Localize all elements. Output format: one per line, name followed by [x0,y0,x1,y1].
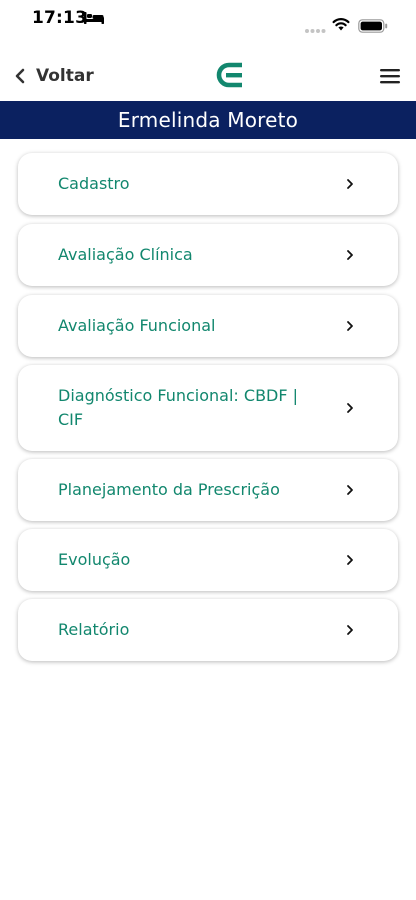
chevron-right-icon [347,179,353,189]
wifi-icon [332,18,350,31]
status-bar: 17:13 [0,0,416,44]
chevron-right-icon [347,625,353,635]
menu-item-avaliacao-clinica[interactable]: Avaliação Clínica [18,224,398,286]
bed-icon [84,12,104,24]
menu-item-label: Cadastro [58,174,130,193]
chevron-right-icon [347,555,353,565]
chevron-right-icon [347,403,353,413]
app-logo-icon [216,62,242,88]
menu-item-label: Diagnóstico Funcional: CBDF | CIF [58,386,299,429]
nav-bar: Voltar [0,52,416,100]
menu-item-label: Avaliação Clínica [58,245,193,264]
menu-item-relatorio[interactable]: Relatório [18,599,398,661]
chevron-right-icon [347,250,353,260]
chevron-left-icon [15,68,25,84]
status-time: 17:13 [32,8,88,28]
back-label: Voltar [36,66,94,86]
chevron-right-icon [347,321,353,331]
cellular-signal-icon [305,29,326,33]
menu-item-cadastro[interactable]: Cadastro [18,153,398,215]
menu-item-label: Relatório [58,620,130,639]
patient-header: Ermelinda Moreto [0,101,416,139]
hamburger-menu-icon[interactable] [378,66,402,86]
menu-item-planejamento-prescricao[interactable]: Planejamento da Prescrição [18,459,398,521]
patient-name: Ermelinda Moreto [117,108,299,132]
menu-item-avaliacao-funcional[interactable]: Avaliação Funcional [18,295,398,357]
chevron-right-icon [347,485,353,495]
menu-item-diagnostico-funcional[interactable]: Diagnóstico Funcional: CBDF | CIF [18,365,398,451]
menu-item-label: Avaliação Funcional [58,316,216,335]
back-button[interactable]: Voltar [14,62,94,90]
menu-item-label: Planejamento da Prescrição [58,480,280,499]
battery-icon [358,19,388,33]
menu-item-label: Evolução [58,550,131,569]
menu-item-evolucao[interactable]: Evolução [18,529,398,591]
